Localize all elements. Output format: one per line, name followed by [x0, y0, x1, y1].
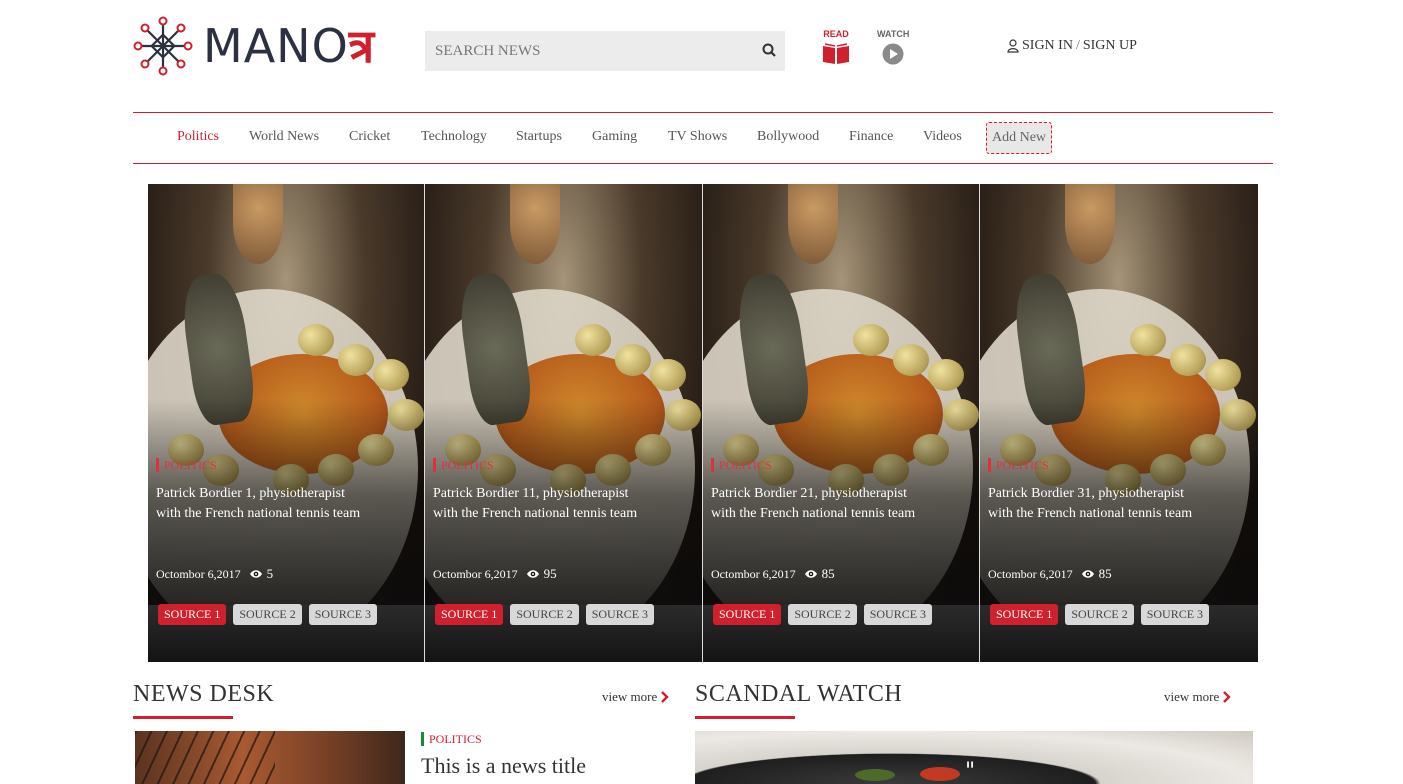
scandal-watch-image[interactable]: " [695, 731, 1253, 784]
search-input[interactable] [425, 42, 745, 60]
card-title[interactable]: Patrick Bordier 21, physiotherapist with… [711, 484, 921, 524]
source-3-button[interactable]: SOURCE 3 [585, 604, 655, 625]
nav-item-bollywood[interactable]: Bollywood [757, 129, 819, 145]
view-more-label: view more [1164, 689, 1220, 704]
chevron-right-icon [1223, 691, 1231, 703]
card-title[interactable]: Patrick Bordier 11, physiotherapist with… [433, 484, 643, 524]
news-desk-headline[interactable]: This is a news title [421, 753, 586, 779]
scandal-watch-title: SCANDAL WATCH [695, 681, 903, 707]
nav-item-politics[interactable]: Politics [177, 129, 219, 145]
card-date: Octombor 6,2017 [988, 566, 1073, 581]
nav-item-gaming[interactable]: Gaming [592, 129, 637, 145]
source-3-button[interactable]: SOURCE 3 [1140, 604, 1210, 625]
nav-item-tv-shows[interactable]: TV Shows [668, 129, 727, 145]
quote-mark: " [965, 759, 976, 784]
eye-icon [526, 570, 539, 578]
card-category[interactable]: POLITICS [433, 458, 494, 472]
source-1-button[interactable]: SOURCE 1 [158, 604, 227, 625]
sign-in-link[interactable]: SIGN IN [1022, 38, 1073, 54]
search-bar [425, 31, 785, 71]
nav-item-videos[interactable]: Videos [923, 129, 962, 145]
logo-glyph: त्र [348, 19, 376, 73]
card-category[interactable]: POLITICS [156, 458, 217, 472]
view-more-label: view more [602, 689, 658, 704]
source-3-button[interactable]: SOURCE 3 [863, 604, 933, 625]
news-desk-view-more[interactable]: view more [602, 689, 669, 705]
featured-card[interactable]: POLITICS Patrick Bordier 11, physiothera… [425, 184, 703, 662]
read-mode-button[interactable]: READ [822, 29, 850, 67]
card-date: Octombor 6,2017 [711, 566, 796, 581]
card-date: Octombor 6,2017 [433, 566, 518, 581]
scandal-watch-underline [695, 716, 795, 719]
source-2-button[interactable]: SOURCE 2 [788, 604, 857, 625]
card-views: 5 [249, 566, 274, 582]
nav-item-cricket[interactable]: Cricket [349, 129, 390, 145]
play-icon [882, 43, 904, 65]
card-views: 85 [1081, 566, 1112, 582]
card-meta: Octombor 6,2017 85 [988, 566, 1112, 582]
card-meta: Octombor 6,2017 95 [433, 566, 557, 582]
card-sources: SOURCE 1 SOURCE 2 SOURCE 3 [158, 604, 378, 625]
card-sources: SOURCE 1 SOURCE 2 SOURCE 3 [713, 604, 933, 625]
logo-wordmark: MANOत्र [203, 19, 376, 73]
source-1-button[interactable]: SOURCE 1 [990, 604, 1059, 625]
card-date: Octombor 6,2017 [156, 566, 241, 581]
card-views: 95 [526, 566, 557, 582]
sign-up-link[interactable]: SIGN UP [1083, 38, 1137, 54]
card-title[interactable]: Patrick Bordier 31, physiotherapist with… [988, 484, 1198, 524]
eye-icon [249, 570, 262, 578]
read-label: READ [823, 29, 849, 39]
nav-item-finance[interactable]: Finance [849, 129, 893, 145]
chevron-right-icon [661, 691, 669, 703]
user-icon [1007, 39, 1019, 53]
watch-label: WATCH [877, 29, 910, 39]
featured-card[interactable]: POLITICS Patrick Bordier 31, physiothera… [980, 184, 1258, 662]
source-2-button[interactable]: SOURCE 2 [233, 604, 302, 625]
source-3-button[interactable]: SOURCE 3 [308, 604, 378, 625]
news-desk-category[interactable]: POLITICS [421, 732, 482, 746]
card-views: 85 [804, 566, 835, 582]
card-view-count: 85 [1098, 566, 1112, 581]
source-2-button[interactable]: SOURCE 2 [510, 604, 579, 625]
site-logo[interactable]: MANOत्र [133, 16, 375, 76]
card-view-count: 85 [821, 566, 835, 581]
book-icon [823, 43, 849, 64]
featured-card[interactable]: POLITICS Patrick Bordier 21, physiothera… [703, 184, 980, 662]
nav-item-technology[interactable]: Technology [421, 129, 487, 145]
featured-slider: POLITICS Patrick Bordier 1, physiotherap… [148, 184, 1258, 662]
nav-item-startups[interactable]: Startups [516, 129, 562, 145]
card-view-count: 5 [266, 566, 274, 581]
news-desk-title: NEWS DESK [133, 681, 275, 707]
card-category[interactable]: POLITICS [711, 458, 772, 472]
news-desk-image[interactable] [135, 731, 405, 784]
card-meta: Octombor 6,2017 85 [711, 566, 835, 582]
news-desk-underline [133, 716, 233, 719]
source-1-button[interactable]: SOURCE 1 [713, 604, 782, 625]
auth-links: SIGN IN / SIGN UP [1007, 38, 1137, 54]
scandal-watch-view-more[interactable]: view more [1164, 689, 1231, 705]
card-view-count: 95 [543, 566, 557, 581]
network-logo-icon [133, 16, 193, 76]
featured-card[interactable]: POLITICS Patrick Bordier 1, physiotherap… [148, 184, 425, 662]
watch-mode-button[interactable]: WATCH [877, 29, 909, 67]
card-sources: SOURCE 1 SOURCE 2 SOURCE 3 [435, 604, 655, 625]
card-meta: Octombor 6,2017 5 [156, 566, 273, 582]
search-icon[interactable] [762, 43, 776, 62]
source-2-button[interactable]: SOURCE 2 [1065, 604, 1134, 625]
category-nav: Politics World News Cricket Technology S… [133, 112, 1273, 164]
eye-icon [804, 570, 817, 578]
source-1-button[interactable]: SOURCE 1 [435, 604, 504, 625]
nav-item-world-news[interactable]: World News [249, 129, 319, 145]
card-sources: SOURCE 1 SOURCE 2 SOURCE 3 [990, 604, 1210, 625]
eye-icon [1081, 570, 1094, 578]
auth-separator: / [1075, 38, 1080, 53]
card-category[interactable]: POLITICS [988, 458, 1049, 472]
add-new-button[interactable]: Add New [986, 122, 1052, 154]
card-title[interactable]: Patrick Bordier 1, physiotherapist with … [156, 484, 366, 524]
